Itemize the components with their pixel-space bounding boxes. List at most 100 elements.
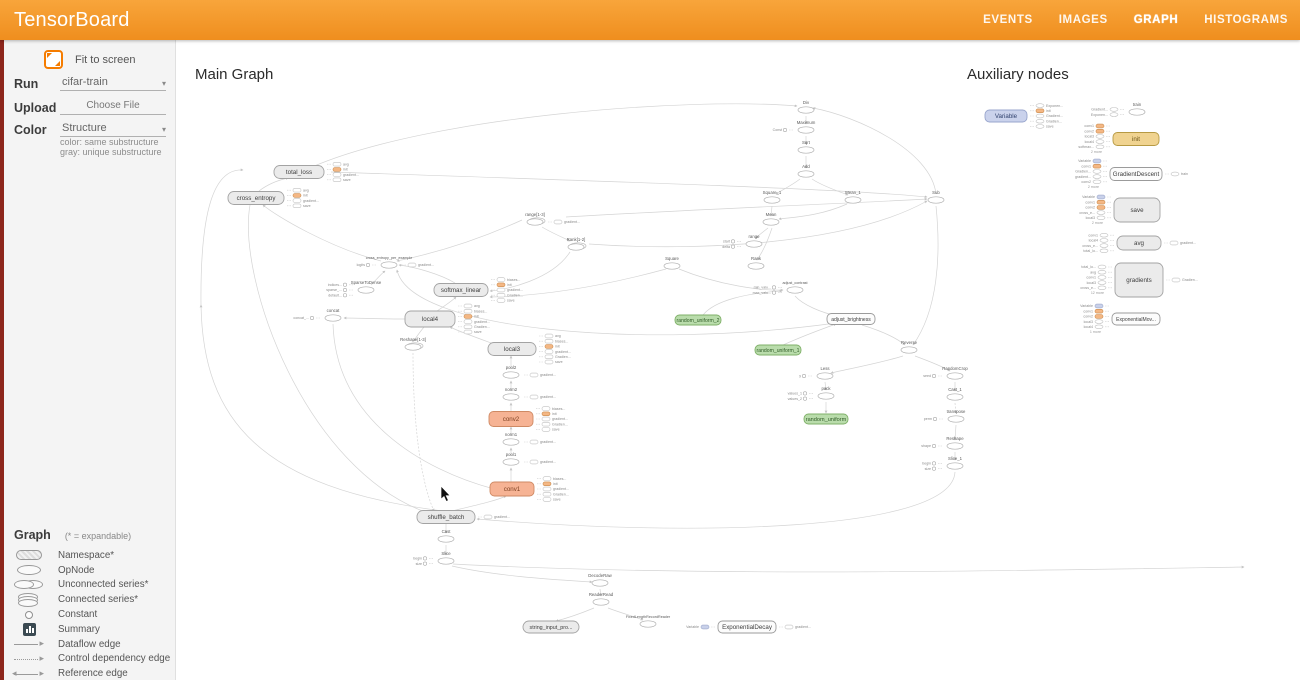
graph-node-sqrt[interactable]: Sqrt xyxy=(798,140,814,153)
graph-node-slice[interactable]: Slicebeginsize xyxy=(413,551,454,566)
satellite-pill[interactable] xyxy=(1097,206,1105,210)
satellite-pill[interactable] xyxy=(545,334,553,338)
satellite-pill[interactable] xyxy=(333,178,341,182)
constant-node[interactable] xyxy=(772,286,775,289)
satellite-pill[interactable] xyxy=(464,315,472,319)
satellite-pill[interactable] xyxy=(293,204,301,208)
satellite-pill[interactable] xyxy=(1097,216,1105,220)
satellite-pill[interactable] xyxy=(530,460,538,464)
graph-node-rank[interactable]: Rank xyxy=(748,256,764,269)
graph-node-mean[interactable]: Mean xyxy=(763,212,779,225)
satellite-pill[interactable] xyxy=(542,428,550,432)
satellite-pill[interactable] xyxy=(1095,320,1103,324)
satellite-pill[interactable] xyxy=(545,345,553,349)
graph-node-adjust_contrast[interactable]: adjust_contrastmin_valu...max_valu... xyxy=(753,281,808,295)
satellite-pill[interactable] xyxy=(1036,125,1044,129)
satellite-pill[interactable] xyxy=(1093,159,1101,163)
graph-node-concat[interactable]: concatconcat_... xyxy=(293,308,341,321)
graph-node-transpose[interactable]: transposeperm xyxy=(924,409,966,422)
tab-images[interactable]: IMAGES xyxy=(1059,14,1108,26)
satellite-pill[interactable] xyxy=(545,350,553,354)
satellite-pill[interactable] xyxy=(497,283,505,287)
satellite-pill[interactable] xyxy=(1098,281,1106,285)
constant-node[interactable] xyxy=(731,240,734,243)
constant-node[interactable] xyxy=(932,444,935,447)
graph-node-string_input_producer[interactable]: string_input_pro... xyxy=(523,621,579,633)
graph-node-adjust_brightness[interactable]: adjust_brightness xyxy=(827,314,875,325)
constant-node[interactable] xyxy=(932,374,935,377)
satellite-pill[interactable] xyxy=(701,625,709,629)
satellite-pill[interactable] xyxy=(543,477,551,481)
satellite-pill[interactable] xyxy=(1100,233,1108,237)
constant-node[interactable] xyxy=(783,128,786,131)
satellite-pill[interactable] xyxy=(1098,276,1106,280)
graph-node-train[interactable]: trainGradient...Exponen... xyxy=(1091,102,1145,117)
graph-node-pool1[interactable]: pool1gradient... xyxy=(503,452,556,465)
graph-node-gradient_descent[interactable]: GradientDescenttrainVariableconv1Gradien… xyxy=(1075,159,1188,189)
satellite-pill[interactable] xyxy=(408,263,416,267)
satellite-pill[interactable] xyxy=(542,412,550,416)
graph-node-conv2[interactable]: conv2biases...initgradient...Gradien...s… xyxy=(489,407,568,432)
satellite-pill[interactable] xyxy=(497,299,505,303)
satellite-pill[interactable] xyxy=(497,293,505,297)
satellite-pill[interactable] xyxy=(1095,325,1103,329)
constant-node[interactable] xyxy=(802,374,805,377)
graph-node-random_uniform_1[interactable]: random_uniform_1 xyxy=(755,345,801,355)
satellite-pill[interactable] xyxy=(1098,270,1106,274)
satellite-pill[interactable] xyxy=(464,325,472,329)
fit-to-screen-button[interactable]: Fit to screen xyxy=(44,50,136,69)
satellite-pill[interactable] xyxy=(1110,113,1118,117)
satellite-pill[interactable] xyxy=(785,625,793,629)
satellite-pill[interactable] xyxy=(543,498,551,502)
satellite-pill[interactable] xyxy=(333,162,341,166)
tab-histograms[interactable]: HISTOGRAMS xyxy=(1204,14,1288,26)
satellite-pill[interactable] xyxy=(1097,200,1105,204)
satellite-pill[interactable] xyxy=(293,199,301,203)
satellite-pill[interactable] xyxy=(497,278,505,282)
graph-node-cast_1[interactable]: Cast_1 xyxy=(947,387,963,400)
graph-node-softmax_linear[interactable]: softmax_linearbiases...initgradient...Gr… xyxy=(434,278,523,303)
graph-node-init[interactable]: initconv1conv2local3local4softmax...2 mo… xyxy=(1078,124,1159,154)
graph-node-exponential_decay[interactable]: ExponentialDecaygradient...Variable xyxy=(686,621,811,633)
satellite-pill[interactable] xyxy=(497,288,505,292)
tab-events[interactable]: EVENTS xyxy=(983,14,1033,26)
satellite-pill[interactable] xyxy=(1096,135,1104,139)
satellite-pill[interactable] xyxy=(543,492,551,496)
satellite-pill[interactable] xyxy=(333,173,341,177)
satellite-pill[interactable] xyxy=(1096,129,1104,133)
constant-node[interactable] xyxy=(803,392,806,395)
satellite-pill[interactable] xyxy=(1096,140,1104,144)
satellite-pill[interactable] xyxy=(1170,241,1178,245)
graph-node-random_crop[interactable]: RandomCropseed xyxy=(923,366,968,379)
satellite-pill[interactable] xyxy=(1095,304,1103,308)
graph-node-pack[interactable]: packvalues_1values_2 xyxy=(788,386,834,401)
satellite-pill[interactable] xyxy=(530,395,538,399)
graph-node-reshape_1_3[interactable]: Reshape[1-3] xyxy=(400,337,426,350)
graph-node-pool2[interactable]: pool2gradient... xyxy=(503,365,556,378)
constant-node[interactable] xyxy=(932,467,935,470)
constant-node[interactable] xyxy=(423,562,426,565)
graph-node-decode_raw[interactable]: DecodeRaw xyxy=(588,573,612,586)
satellite-pill[interactable] xyxy=(554,220,562,224)
graph-node-cross_entropy_per_example[interactable]: cross_entropy_per_examplegradient...logi… xyxy=(357,256,434,268)
satellite-pill[interactable] xyxy=(542,407,550,411)
satellite-pill[interactable] xyxy=(1096,145,1104,149)
satellite-pill[interactable] xyxy=(1100,244,1108,248)
graph-node-local3[interactable]: local3avgbiases...initgradient...Gradien… xyxy=(488,334,571,364)
graph-node-range[interactable]: rangestartdelta xyxy=(722,234,762,249)
run-select[interactable]: cifar-train ▾ xyxy=(60,74,166,91)
satellite-pill[interactable] xyxy=(293,194,301,198)
satellite-pill[interactable] xyxy=(542,422,550,426)
satellite-pill[interactable] xyxy=(484,515,492,519)
satellite-pill[interactable] xyxy=(1098,286,1106,290)
satellite-pill[interactable] xyxy=(1172,278,1180,282)
satellite-pill[interactable] xyxy=(464,330,472,334)
graph-node-random_uniform[interactable]: random_uniform xyxy=(804,414,848,424)
satellite-pill[interactable] xyxy=(464,304,472,308)
satellite-pill[interactable] xyxy=(1097,195,1105,199)
graph-node-square[interactable]: Square xyxy=(664,256,680,269)
satellite-pill[interactable] xyxy=(293,188,301,192)
graph-node-less[interactable]: Lessy xyxy=(799,366,833,379)
choose-file-button[interactable]: Choose File xyxy=(60,97,166,115)
graph-node-reverse[interactable]: Reverse xyxy=(901,340,918,353)
